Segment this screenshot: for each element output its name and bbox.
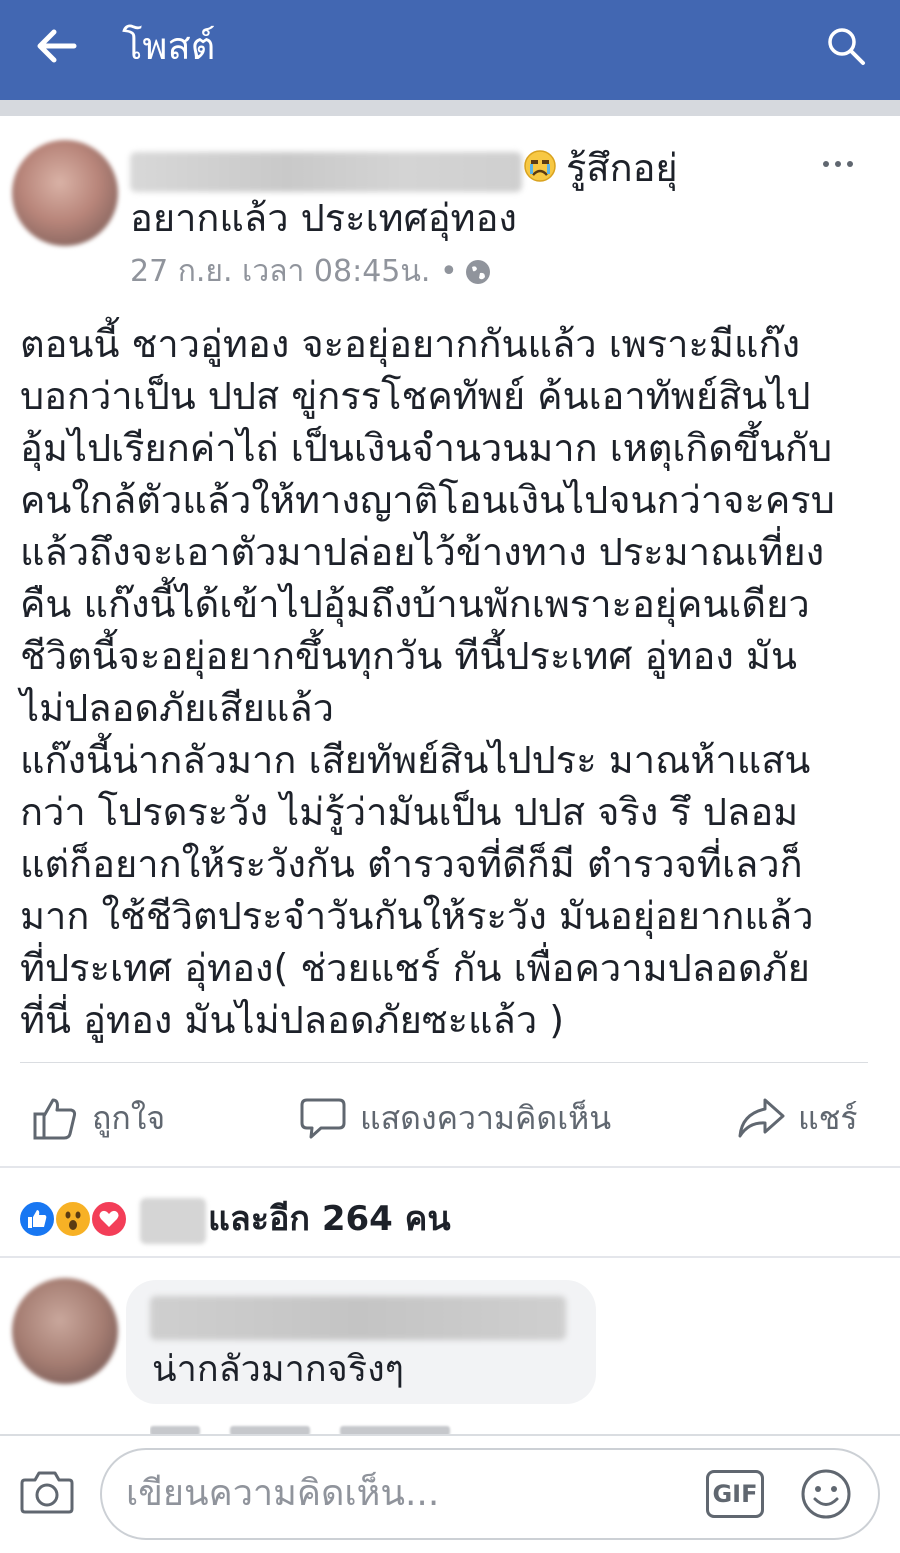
comment-meta-blurred (150, 1414, 570, 1434)
post-body-line: คืน แก๊งนี้ได้เข้าไปอุ้มถึงบ้านพักเพราะอ… (20, 582, 810, 626)
like-reaction-icon (18, 1200, 56, 1238)
post-body-line: ไม่ปลอดภัยเสียแล้ว (20, 686, 334, 730)
divider (20, 1062, 868, 1063)
dot-icon (847, 161, 853, 167)
globe-icon (464, 258, 492, 286)
comment-bubble-icon (298, 1093, 348, 1143)
comment-button[interactable]: แสดงความคิดเห็น (298, 1088, 611, 1148)
share-arrow-icon (736, 1093, 786, 1143)
camera-icon (20, 1471, 74, 1514)
post-body-line: ชีวิตนี้จะอยุ่อยากขึ้นทุกวัน ทีนี้ประเทศ… (20, 634, 797, 678)
search-icon (828, 28, 865, 65)
camera-button[interactable] (18, 1466, 76, 1518)
post-body-line: แต่ก็อยากให้ระวังกัน ตำรวจที่ดีก็มี ตำรว… (20, 842, 803, 886)
gif-button[interactable]: GIF (706, 1470, 764, 1518)
post-body-line: ที่ประเทศ อุ่ทอง( ช่วยแชร์ กัน เพื่อความ… (20, 946, 810, 990)
post-body-line: แก๊งนี้น่ากลัวมาก เสียทัพย์สินไปประ มาณห… (20, 738, 811, 782)
feeling-text-1: รู้สึกอยุ่ (566, 146, 678, 190)
top-bar: โพสต์ (0, 0, 900, 100)
post-body-line: ตอนนี้ ชาวอู่ทอง จะอยุ่อยากกันแล้ว เพราะ… (20, 322, 801, 366)
post-body-line: แล้วถึงจะเอาตัวมาปล่อยไว้ข้างทาง ประมาณเ… (20, 530, 825, 574)
like-button[interactable]: ถูกใจ (30, 1088, 165, 1148)
feeling-text-2: อยากแล้ว ประเทศอุ่ทอง (130, 196, 517, 240)
reactions-summary[interactable]: และอีก 264 คน (208, 1194, 451, 1244)
post-body-line: อุ้มไปเรียกค่าไถ่ เป็นเงินจำนวนมาก เหตุเ… (20, 426, 833, 470)
page-title: โพสต์ (122, 24, 216, 68)
emoji-button[interactable] (800, 1468, 852, 1520)
wow-reaction-icon (54, 1200, 92, 1238)
author-name-blurred[interactable] (130, 152, 522, 192)
post-body-line: คนใกล้ตัวแล้วให้ทางญาติโอนเงินไปจนกว่าจะ… (20, 478, 835, 522)
commenter-name-blurred[interactable] (150, 1296, 566, 1340)
dot-icon (823, 161, 829, 167)
post-body-line: มาก ใช้ชีวิตประจำวันกันให้ระวัง มันอยุ่อ… (20, 894, 814, 938)
gif-label: GIF (712, 1480, 758, 1508)
commenter-avatar[interactable] (12, 1278, 118, 1384)
comment-input-placeholder: เขียนความคิดเห็น... (126, 1473, 440, 1514)
more-options-button[interactable] (808, 144, 868, 184)
smiley-icon (801, 1469, 851, 1519)
author-avatar[interactable] (12, 140, 118, 246)
comment-text: น่ากลัวมากจริงๆ (152, 1349, 404, 1390)
reactor-name-blurred (140, 1198, 206, 1244)
dot-icon (835, 161, 841, 167)
thumbs-up-icon (30, 1093, 80, 1143)
search-button[interactable] (822, 22, 870, 70)
back-button[interactable] (30, 24, 82, 68)
share-label: แชร์ (798, 1098, 858, 1137)
post-timestamp[interactable]: 27 ก.ย. เวลา 08:45น. • (130, 248, 458, 296)
separator (0, 100, 900, 116)
post-body-line: กว่า โปรดระวัง ไม่รู้ว่ามันเป็น ปปส จริง… (20, 790, 799, 834)
post-body: ตอนนี้ ชาวอู่ทอง จะอยุ่อยากกันแล้ว เพราะ… (20, 318, 880, 1046)
post-body-line: บอกว่าเป็น ปปส ขู่กรรโชคทัพย์ ค้นเอาทัพย… (20, 374, 811, 418)
love-reaction-icon (90, 1200, 128, 1238)
share-button[interactable]: แชร์ (736, 1088, 858, 1148)
arrow-left-icon (37, 29, 77, 63)
comment-label: แสดงความคิดเห็น (360, 1098, 612, 1137)
like-label: ถูกใจ (92, 1098, 166, 1137)
post-meta: 27 ก.ย. เวลา 08:45น. • (130, 248, 492, 296)
sad-emoji-icon (522, 148, 558, 184)
post-body-line: ที่นี่ อู่ทอง มันไม่ปลอดภัยซะแล้ว ) (20, 998, 565, 1042)
